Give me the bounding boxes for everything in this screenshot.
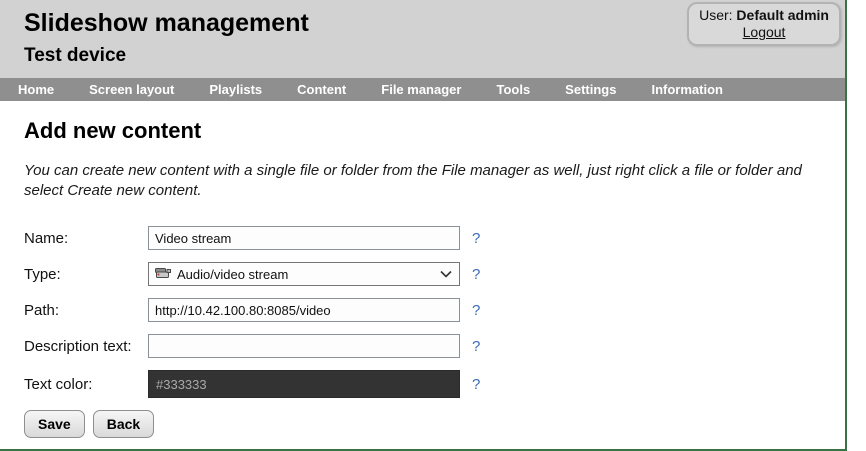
name-label: Name: [24,229,69,247]
page-header: Slideshow management Test device User: D… [0,0,845,78]
user-line: User: Default admin [699,7,829,23]
nav-item-file-manager[interactable]: File manager [381,82,461,97]
type-select-value: Audio/video stream [177,266,289,282]
page: Slideshow management Test device User: D… [0,0,847,451]
path-help-link[interactable]: ? [472,302,480,319]
page-title: Add new content [24,118,202,143]
name-input[interactable] [148,226,460,250]
nav-item-information[interactable]: Information [651,82,723,97]
form-row-path: Path: ? [24,298,821,322]
form-row-name: Name: ? [24,226,821,250]
description-help-link[interactable]: ? [472,338,480,355]
type-select[interactable]: Audio/video stream [148,262,460,286]
nav-item-tools[interactable]: Tools [496,82,530,97]
nav-item-settings[interactable]: Settings [565,82,616,97]
back-button[interactable]: Back [92,410,155,438]
save-button[interactable]: Save [24,410,85,438]
main-content: Add new content You can create new conte… [0,101,845,438]
form-buttons: Save Back [24,410,821,438]
path-input[interactable] [148,298,460,322]
nav-item-screen-layout[interactable]: Screen layout [89,82,174,97]
path-label: Path: [24,301,60,319]
type-label: Type: [24,265,61,283]
name-help-link[interactable]: ? [472,230,480,247]
nav-item-playlists[interactable]: Playlists [209,82,262,97]
help-description: You can create new content with a single… [24,162,802,199]
form-row-text-color: Text color: ? [24,370,821,398]
description-label: Description text: [24,337,132,355]
text-color-label: Text color: [24,375,93,393]
text-color-help-link[interactable]: ? [472,376,480,393]
user-label: User: [699,7,733,23]
form-row-description: Description text: ? [24,334,821,358]
nav-item-home[interactable]: Home [18,82,54,97]
user-name: Default admin [736,7,829,23]
user-box: User: Default admin Logout [687,2,841,46]
main-nav: Home Screen layout Playlists Content Fil… [0,78,845,101]
text-color-input[interactable] [148,370,460,398]
form-row-type: Type: Audio/video stream ? [24,262,821,286]
description-input[interactable] [148,334,460,358]
camcorder-icon [155,266,171,283]
nav-item-content[interactable]: Content [297,82,346,97]
logout-link[interactable]: Logout [743,24,786,40]
chevron-down-icon [440,270,452,278]
type-help-link[interactable]: ? [472,266,480,283]
device-name: Test device [24,44,127,66]
